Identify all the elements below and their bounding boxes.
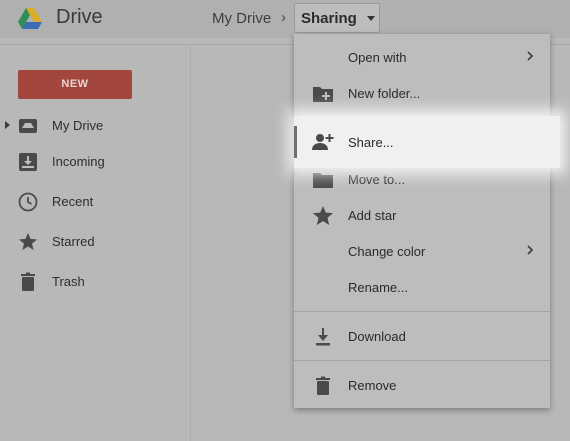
context-menu: Open with New folder... Move to... Add s… xyxy=(294,34,550,408)
sidebar-item-my-drive[interactable]: My Drive xyxy=(0,108,190,144)
sidebar-item-label: Starred xyxy=(52,234,95,249)
drive-logo-icon[interactable] xyxy=(18,8,42,29)
menu-item-rename[interactable]: Rename... xyxy=(294,269,550,305)
menu-item-label: Change color xyxy=(348,244,426,259)
sidebar-divider xyxy=(190,45,191,441)
chevron-right-icon xyxy=(527,51,534,61)
chevron-right-icon xyxy=(527,245,534,255)
add-person-icon xyxy=(312,134,334,150)
folder-icon xyxy=(313,173,333,188)
menu-item-label: Remove xyxy=(348,378,397,393)
sidebar-item-starred[interactable]: Starred xyxy=(0,224,190,260)
top-bar: Drive My Drive › Sharing xyxy=(0,0,570,38)
menu-separator xyxy=(294,311,550,312)
expand-arrow-icon[interactable] xyxy=(5,121,10,129)
menu-item-label: Add star xyxy=(348,208,397,223)
sidebar-item-trash[interactable]: Trash xyxy=(0,264,190,300)
chevron-down-icon[interactable] xyxy=(367,16,375,21)
sidebar-item-label: Trash xyxy=(52,274,85,289)
menu-item-open-with[interactable]: Open with xyxy=(294,39,550,75)
menu-item-change-color[interactable]: Change color xyxy=(294,233,550,269)
selection-accent xyxy=(294,126,297,158)
menu-item-label: Download xyxy=(348,329,406,344)
sidebar-item-recent[interactable]: Recent xyxy=(0,184,190,220)
sidebar-item-label: Recent xyxy=(52,194,94,209)
breadcrumb-current-label: Sharing xyxy=(301,10,357,27)
menu-item-new-folder[interactable]: New folder... xyxy=(294,75,550,111)
new-button[interactable]: NEW xyxy=(18,70,132,99)
breadcrumb-separator: › xyxy=(281,9,286,26)
menu-item-label: New folder... xyxy=(348,86,421,101)
menu-item-add-star[interactable]: Add star xyxy=(294,197,550,233)
menu-item-download[interactable]: Download xyxy=(294,318,550,354)
new-folder-icon xyxy=(313,87,333,102)
menu-item-label: Move to... xyxy=(348,172,406,187)
sidebar-item-label: My Drive xyxy=(52,118,104,133)
clock-icon xyxy=(18,192,38,212)
trash-icon xyxy=(21,272,35,291)
app-title[interactable]: Drive xyxy=(56,6,103,29)
sidebar-item-incoming[interactable]: Incoming xyxy=(0,144,190,180)
star-icon xyxy=(19,233,37,250)
star-icon xyxy=(313,206,333,225)
menu-separator xyxy=(294,360,550,361)
trash-icon xyxy=(316,376,330,395)
menu-item-label: Share... xyxy=(348,135,394,150)
menu-item-label: Open with xyxy=(348,50,407,65)
download-icon xyxy=(316,328,330,346)
my-drive-icon xyxy=(19,119,37,133)
menu-item-label: Rename... xyxy=(348,280,408,295)
breadcrumb-my-drive[interactable]: My Drive xyxy=(212,10,271,27)
menu-item-remove[interactable]: Remove xyxy=(294,367,550,403)
menu-item-share[interactable]: Share... xyxy=(294,116,560,168)
sidebar-item-label: Incoming xyxy=(52,154,105,169)
incoming-icon xyxy=(19,153,37,171)
